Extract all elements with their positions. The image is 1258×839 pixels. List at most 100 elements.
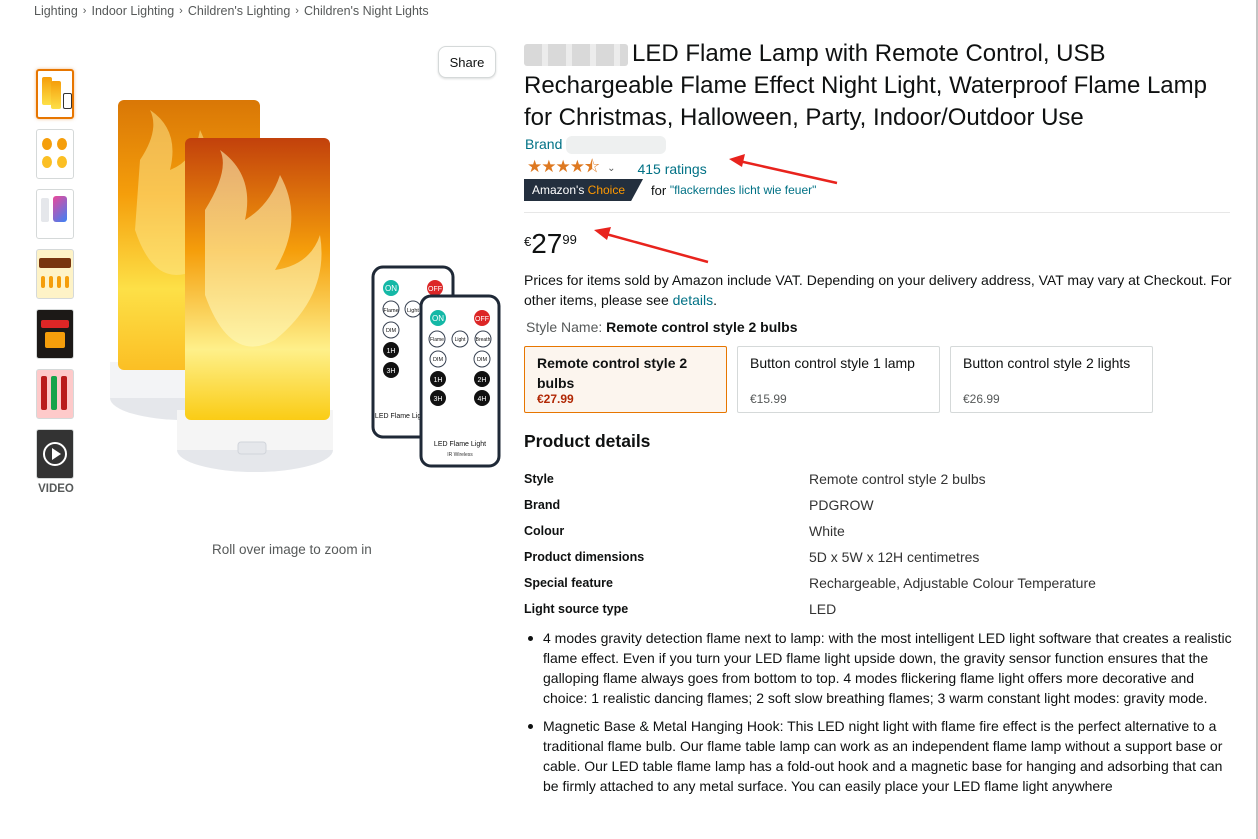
style-variant-list: Remote control style 2 bulbs €27.99 Butt… [524,346,1153,413]
product-title: LED Flame Lamp with Remote Control, USB … [524,38,1239,134]
brand-link[interactable]: Brand [525,136,667,155]
product-title-block: LED Flame Lamp with Remote Control, USB … [524,38,1239,134]
variant-name: Button control style 2 lights [963,355,1131,371]
details-value: 5D x 5W x 12H centimetres [809,549,980,565]
remote-3h-label: 3H [387,368,396,375]
thumbnail-5[interactable] [36,309,74,359]
details-key: Light source type [524,602,629,616]
variant-price: €15.99 [750,392,787,406]
variant-option[interactable]: Button control style 1 lamp €15.99 [737,346,940,413]
redacted-brand-blur [524,43,628,66]
variant-name: Button control style 1 lamp [750,355,915,371]
breadcrumb-separator: › [179,5,183,17]
feature-bullet: Magnetic Base & Metal Hanging Hook: This… [524,716,1232,796]
remote-flame-label: Flame [383,308,398,314]
feature-bullets: 4 modes gravity detection flame next to … [524,628,1232,804]
variant-option[interactable]: Remote control style 2 bulbs €27.99 [524,346,727,413]
remote2-dim-up-label: DIM [477,357,488,363]
details-key: Brand [524,498,561,512]
remote2-light-label: Light [455,337,466,343]
choice-badge-amazons: Amazon's [532,183,585,197]
price-fraction: 99 [562,232,577,247]
zoom-hint: Roll over image to zoom in [212,542,372,557]
style-name-value: Remote control style 2 bulbs [606,319,798,335]
vat-text: Prices for items sold by Amazon include … [524,272,1232,308]
details-value: Rechargeable, Adjustable Colour Temperat… [809,575,1096,591]
remote2-flame-label: Flame [430,337,444,343]
annotation-arrow-ratings [729,154,838,185]
variant-price: €27.99 [537,392,574,406]
price: € 27 99 [524,228,577,260]
remote2-breath-label: Breath [476,337,491,343]
remote-1h-label: 1H [387,348,396,355]
vat-end: . [713,292,717,308]
video-label: VIDEO [38,483,74,495]
breadcrumb-separator: › [295,5,299,17]
thumbnail-4[interactable] [36,249,74,299]
details-value: Remote control style 2 bulbs [809,471,986,487]
product-details-heading: Product details [524,431,651,451]
remote-dim-label: DIM [386,328,397,334]
remote2-2h-label: 2H [478,377,487,384]
remote-brand-label: LED Flame Light [375,413,427,420]
breadcrumb-item-lighting[interactable]: Lighting [34,4,78,18]
details-value: LED [809,601,837,617]
breadcrumb: Lighting › Indoor Lighting › Children's … [34,4,429,18]
details-key: Product dimensions [524,550,645,564]
price-currency: € [524,234,532,249]
annotation-arrow-price [594,227,709,264]
remote2-on-label: ON [432,314,444,323]
details-row: Product dimensions 5D x 5W x 12H centimet… [524,544,1244,570]
redacted-brand-name [566,136,667,155]
thumbnail-video[interactable] [36,429,74,479]
details-row: Special feature Rechargeable, Adjustable … [524,570,1244,596]
remote2-1h-label: 1H [434,377,443,384]
thumbnail-2[interactable] [36,129,74,179]
remote-off-label: OFF [428,286,442,293]
style-name-label: Style Name: [526,319,603,335]
vat-details-link[interactable]: details [673,292,713,308]
price-whole: 27 [531,228,563,259]
remote-light-label: Light [407,308,419,314]
style-name: Style Name: Remote control style 2 bulbs [526,319,798,335]
ratings-count-link[interactable]: 415 ratings [637,161,706,177]
amazons-choice-badge: Amazon's Choice [524,179,644,201]
chevron-down-icon[interactable]: ⌄ [607,163,615,174]
brand-label: Brand [525,136,563,152]
remote2-4h-label: 4H [478,396,487,403]
breadcrumb-item-childrens-lighting[interactable]: Children's Lighting [188,4,290,18]
breadcrumb-separator: › [82,5,87,17]
variant-option[interactable]: Button control style 2 lights €26.99 [950,346,1153,413]
remote2-sub-label: IR Wireless [447,452,473,458]
variant-price: €26.99 [963,392,1000,406]
thumbnail-3[interactable] [36,189,74,239]
details-value: White [809,523,845,539]
details-row: Light source type LED [524,596,1244,622]
play-icon [43,442,67,466]
variant-name: Remote control style 2 bulbs [537,355,688,391]
thumbnail-6[interactable] [36,369,74,419]
details-key: Style [524,472,554,486]
feature-bullet: 4 modes gravity detection flame next to … [524,628,1232,708]
details-row: Style Remote control style 2 bulbs [524,466,1244,492]
details-row: Colour White [524,518,1244,544]
choice-badge-choice: Choice [587,183,626,197]
thumbnail-1[interactable] [36,69,74,119]
details-key: Special feature [524,576,613,590]
main-product-image[interactable]: ON OFF Flame Light DIM 1H 3H LED Flame L… [100,80,510,480]
choice-for-label: for [651,182,667,198]
details-value: PDGROW [809,497,874,513]
details-row: Brand PDGROW [524,492,1244,518]
remote2-3h-label: 3H [434,396,443,403]
remote-on-label: ON [385,284,397,293]
vat-notice: Prices for items sold by Amazon include … [524,270,1244,310]
image-thumbnail-list: VIDEO [36,69,76,495]
breadcrumb-item-indoor-lighting[interactable]: Indoor Lighting [91,4,174,18]
remote2-dim-down-label: DIM [433,357,444,363]
remote2-brand-label: LED Flame Light [434,441,486,448]
share-button[interactable]: Share [438,46,496,78]
breadcrumb-item-childrens-night-lights[interactable]: Children's Night Lights [304,4,429,18]
details-key: Colour [524,524,565,538]
remote2-off-label: OFF [475,316,489,323]
product-details-table: Style Remote control style 2 bulbs Brand P… [524,466,1244,622]
